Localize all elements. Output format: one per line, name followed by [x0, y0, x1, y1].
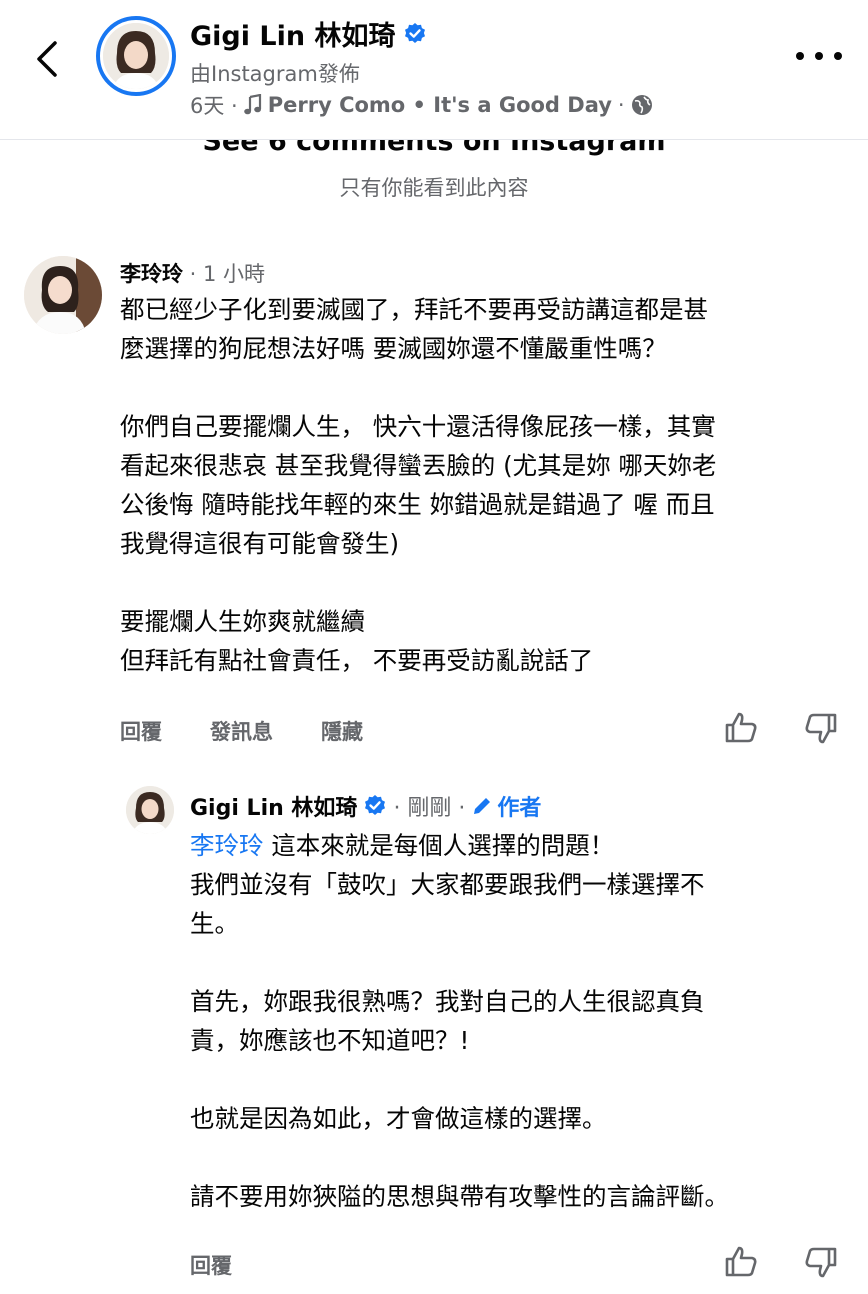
reply-line: 請不要用妳狹隘的思想與帶有攻擊性的言論評斷。	[190, 1182, 729, 1211]
globe-icon	[631, 95, 652, 115]
post-meta: 6天 · Perry Como • It's a Good Day ·	[190, 90, 653, 120]
avatar-image	[103, 23, 169, 89]
comment-time[interactable]: · 1 小時	[183, 262, 265, 286]
reply-button[interactable]: 回覆	[120, 716, 162, 746]
reply-line: 李玲玲 這本來就是每個人選擇的問題！	[190, 826, 840, 865]
comment-line	[120, 563, 840, 602]
reply-author[interactable]: Gigi Lin 林如琦	[190, 790, 357, 822]
reply-line: 也就是因為如此，才會做這樣的選擇。	[190, 1104, 607, 1133]
reply-avatar[interactable]	[126, 786, 174, 834]
verified-badge-icon	[405, 22, 426, 43]
comment-line: 但拜託有點社會責任， 不要再受訪亂說話了	[120, 646, 594, 675]
comment-body: 都已經少子化到要滅國了，拜託不要再受訪講這都是甚 麼選擇的狗屁想法好嗎 要滅國妳…	[120, 290, 840, 680]
reply-header: Gigi Lin 林如琦 · 剛剛 · 作者	[190, 790, 541, 822]
more-dots-icon	[796, 52, 804, 60]
thumbs-down-icon[interactable]	[804, 712, 838, 746]
avatar-image	[126, 786, 174, 834]
comment-line: 要擺爛人生妳爽就繼續	[120, 607, 365, 636]
reply-line	[190, 943, 840, 982]
hide-button[interactable]: 隱藏	[321, 716, 363, 746]
reply-line: 首先，妳跟我很熟嗎？我對自己的人生很認真負	[190, 987, 705, 1016]
back-button[interactable]	[26, 34, 66, 84]
reply-time[interactable]: · 剛剛 ·	[393, 790, 465, 822]
comment-actions: 回覆 發訊息 隱藏	[120, 716, 363, 746]
reply-line: 生。	[190, 909, 239, 938]
reply-body: 李玲玲 這本來就是每個人選擇的問題！ 我們並沒有「鼓吹」大家都要跟我們一樣選擇不…	[190, 826, 840, 1216]
comment-line: 都已經少子化到要滅國了，拜託不要再受訪講這都是甚	[120, 295, 708, 324]
comment-line	[120, 368, 840, 407]
music-note-icon	[243, 94, 261, 115]
post-source: 由Instagram發佈	[190, 62, 360, 86]
post-header: Gigi Lin 林如琦 由Instagram發佈 6天 · Perry Com…	[0, 0, 868, 140]
author-badge-label: 作者	[497, 796, 542, 821]
avatar-image	[24, 256, 102, 334]
visibility-note: 只有你能看到此內容	[339, 176, 529, 200]
song-title[interactable]: Perry Como • It's a Good Day	[268, 93, 612, 117]
reply-line: 責，妳應該也不知道吧？!	[190, 1026, 470, 1055]
page-avatar[interactable]	[96, 16, 176, 96]
comment-line: 我覺得這很有可能會發生)	[120, 529, 400, 558]
reply-actions: 回覆	[190, 1250, 232, 1280]
pencil-icon	[474, 798, 491, 814]
reply-line: 我們並沒有「鼓吹」大家都要跟我們一樣選擇不	[190, 870, 705, 899]
reply-line	[190, 1060, 840, 1099]
meta-separator: ·	[617, 93, 625, 117]
more-options-button[interactable]	[796, 44, 842, 68]
reply-line-text: 這本來就是每個人選擇的問題！	[263, 831, 615, 860]
reply-line	[190, 1138, 840, 1177]
mention-link[interactable]: 李玲玲	[190, 831, 264, 860]
message-button[interactable]: 發訊息	[210, 716, 273, 746]
thumbs-down-icon[interactable]	[804, 1246, 838, 1280]
post-age[interactable]: 6天 ·	[190, 90, 238, 120]
comment-line: 公後悔 隨時能找年輕的來生 妳錯過就是錯過了 喔 而且	[120, 490, 715, 519]
reply-reply-button[interactable]: 回覆	[190, 1250, 232, 1280]
thumbs-up-icon[interactable]	[724, 710, 758, 744]
author-badge: 作者	[471, 790, 541, 822]
thumbs-up-icon[interactable]	[724, 1244, 758, 1278]
chevron-left-icon	[37, 41, 57, 77]
comment-line: 看起來很悲哀 甚至我覺得蠻丟臉的 (尤其是妳 哪天妳老	[120, 451, 717, 480]
comment-line: 麼選擇的狗屁想法好嗎 要滅國妳還不懂嚴重性嗎？	[120, 334, 667, 363]
verified-badge-icon	[365, 795, 386, 815]
page-name[interactable]: Gigi Lin 林如琦	[190, 14, 427, 53]
commenter-avatar[interactable]	[24, 256, 102, 334]
comment-author[interactable]: 李玲玲	[120, 262, 183, 286]
page-name-text[interactable]: Gigi Lin 林如琦	[190, 14, 395, 53]
comment-header: 李玲玲 · 1 小時	[120, 258, 265, 288]
comment-line: 你們自己要擺爛人生， 快六十還活得像屁孩一樣，其實	[120, 412, 716, 441]
